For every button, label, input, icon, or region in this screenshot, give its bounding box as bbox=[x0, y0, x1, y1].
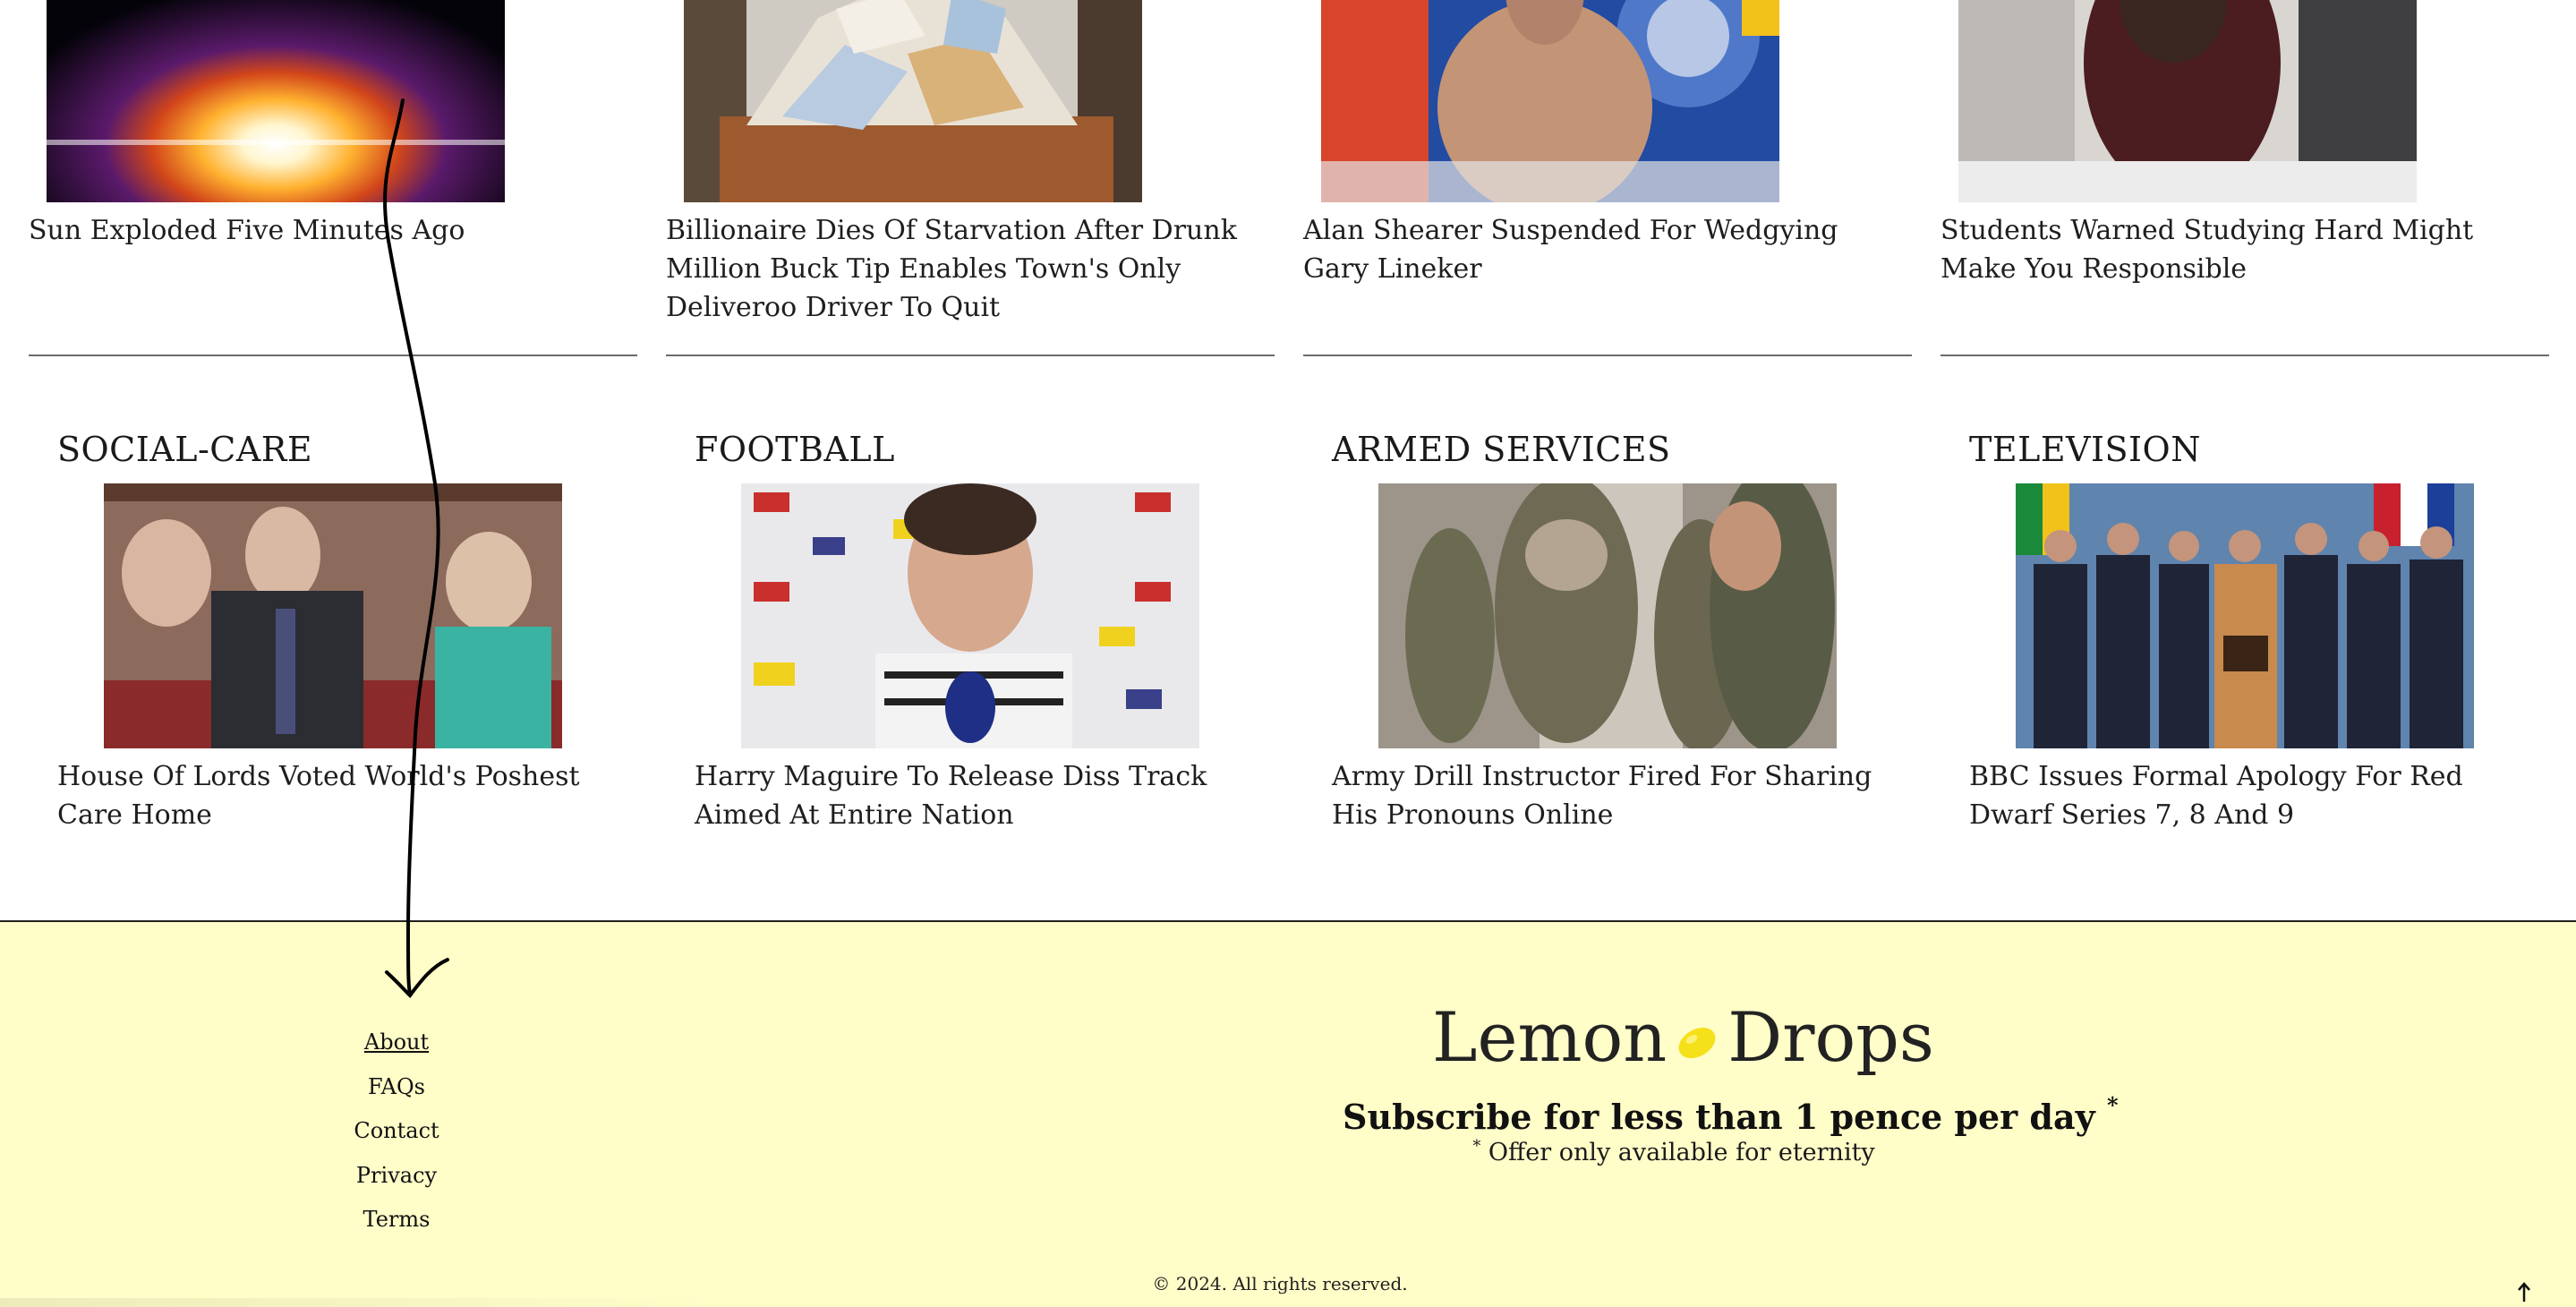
section-heading[interactable]: SOCIAL-CARE bbox=[57, 430, 312, 469]
brand-logo[interactable]: Lemon Drops bbox=[1432, 997, 1934, 1087]
article-card[interactable]: Students Warned Studying Hard Might Make… bbox=[1912, 0, 2521, 358]
article-image[interactable] bbox=[684, 0, 1142, 202]
offer-text: Offer only available for eternity bbox=[1488, 1139, 1875, 1166]
lemon-icon bbox=[1676, 999, 1719, 1059]
article-card[interactable]: FOOTBALL Harry Maguire To Release Diss T… bbox=[666, 421, 1275, 886]
article-card[interactable]: Alan Shearer Suspended For Wedgying Gary… bbox=[1275, 0, 1883, 358]
copyright: © 2024. All rights reserved. bbox=[1152, 1273, 1408, 1294]
offer-footnote-mark: * bbox=[1472, 1137, 1481, 1156]
site-footer: About FAQs Contact Privacy Terms Lemon Dr… bbox=[0, 920, 2576, 1307]
article-headline[interactable]: Alan Shearer Suspended For Wedgying Gary… bbox=[1303, 211, 1876, 288]
footer-link-privacy[interactable]: Privacy bbox=[295, 1154, 498, 1199]
article-headline[interactable]: Sun Exploded Five Minutes Ago bbox=[29, 211, 601, 250]
subscribe-cta[interactable]: Subscribe for less than 1 pence per day … bbox=[1343, 1092, 2119, 1137]
article-image[interactable] bbox=[1321, 0, 1779, 202]
divider bbox=[1941, 355, 2549, 356]
divider bbox=[666, 355, 1275, 356]
article-image[interactable] bbox=[1378, 483, 1837, 748]
bottom-shadow bbox=[0, 1298, 716, 1307]
article-image[interactable] bbox=[2016, 483, 2474, 748]
back-to-top-button[interactable] bbox=[2513, 1280, 2535, 1303]
section-heading[interactable]: FOOTBALL bbox=[695, 430, 895, 469]
subscribe-footnote-mark: * bbox=[2106, 1092, 2119, 1118]
article-row-top: Sun Exploded Five Minutes Ago Billionair… bbox=[0, 0, 2576, 376]
article-card[interactable]: Sun Exploded Five Minutes Ago bbox=[0, 0, 609, 358]
article-headline[interactable]: House Of Lords Voted World's Poshest Car… bbox=[57, 757, 630, 834]
article-headline[interactable]: BBC Issues Formal Apology For Red Dwarf … bbox=[1969, 757, 2542, 834]
article-headline[interactable]: Harry Maguire To Release Diss Track Aime… bbox=[695, 757, 1267, 834]
article-headline[interactable]: Billionaire Dies Of Starvation After Dru… bbox=[666, 211, 1239, 327]
brand-name-right: Drops bbox=[1727, 997, 1934, 1077]
footer-link-contact[interactable]: Contact bbox=[295, 1109, 498, 1154]
divider bbox=[29, 355, 637, 356]
footer-link-about[interactable]: About bbox=[295, 1021, 498, 1065]
article-headline[interactable]: Students Warned Studying Hard Might Make… bbox=[1941, 211, 2513, 288]
article-card[interactable]: SOCIAL-CARE House Of Lords Voted World's… bbox=[29, 421, 637, 886]
footer-nav: About FAQs Contact Privacy Terms bbox=[295, 1021, 498, 1243]
section-heading[interactable]: TELEVISION bbox=[1969, 430, 2201, 469]
article-headline[interactable]: Army Drill Instructor Fired For Sharing … bbox=[1332, 757, 1905, 834]
article-card[interactable]: Billionaire Dies Of Starvation After Dru… bbox=[637, 0, 1246, 358]
article-card[interactable]: ARMED SERVICES Army Drill Instructor Fir… bbox=[1303, 421, 1912, 886]
section-heading[interactable]: ARMED SERVICES bbox=[1332, 430, 1671, 469]
article-image[interactable] bbox=[741, 483, 1199, 748]
arrow-up-icon bbox=[2518, 1282, 2530, 1302]
article-image[interactable] bbox=[1958, 0, 2417, 202]
footer-link-faqs[interactable]: FAQs bbox=[295, 1065, 498, 1110]
brand-name-left: Lemon bbox=[1432, 997, 1668, 1077]
article-image[interactable] bbox=[104, 483, 562, 748]
offer-footnote: * Offer only available for eternity bbox=[1396, 1137, 1951, 1166]
divider bbox=[1303, 355, 1912, 356]
footer-link-terms[interactable]: Terms bbox=[295, 1198, 498, 1243]
article-image[interactable] bbox=[47, 0, 505, 202]
subscribe-text: Subscribe for less than 1 pence per day bbox=[1343, 1097, 2095, 1137]
article-row-sections: SOCIAL-CARE House Of Lords Voted World's… bbox=[0, 421, 2576, 886]
article-card[interactable]: TELEVISION BBC Issues Formal Apology For… bbox=[1941, 421, 2549, 886]
